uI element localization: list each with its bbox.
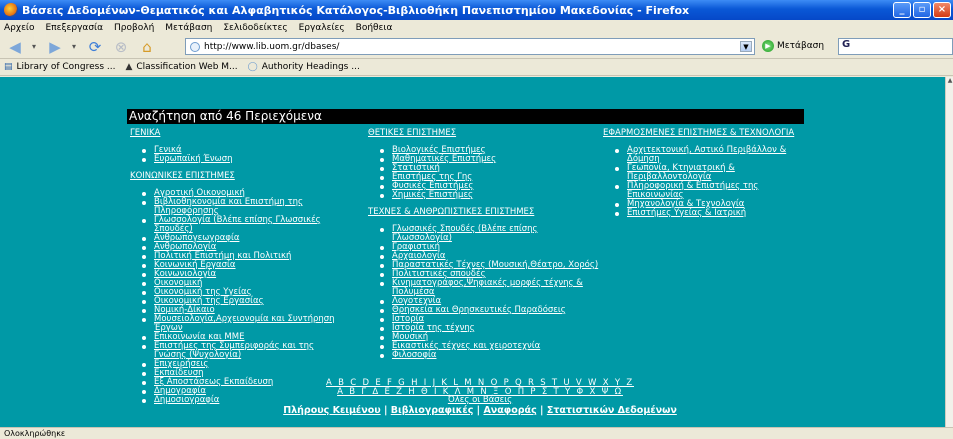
go-button[interactable]: ▶ Μετάβαση bbox=[762, 40, 824, 52]
navigation-toolbar: ◀ ▾ ▶ ▾ ⟳ ⊗ ⌂ http://www.lib.uom.gr/dbas… bbox=[0, 35, 953, 59]
separator: | bbox=[540, 405, 544, 416]
list-item: Ευρωπαϊκή Ένωση bbox=[142, 155, 342, 164]
category-link[interactable]: Βιβλιοθηκονομία και Επιστήμη της Πληροφό… bbox=[154, 198, 342, 216]
list-item: Επιστήμες Υγείας & Ιατρική bbox=[615, 209, 813, 218]
home-icon[interactable]: ⌂ bbox=[136, 37, 158, 57]
category-link[interactable]: Μουσειολογία,Αρχειονομία και Συντήρηση Έ… bbox=[154, 315, 342, 333]
fulltext-link[interactable]: Πλήρους Κειμένου bbox=[283, 405, 380, 416]
category-link[interactable]: Πληροφορική & Επιστήμες της Επικοινωνίας bbox=[627, 182, 813, 200]
category-link[interactable]: Επιστήμες της Συμπεριφοράς και της Γνώση… bbox=[154, 342, 342, 360]
chevron-down-icon[interactable]: ▼ bbox=[740, 41, 752, 52]
column-general-social: ΓΕΝΙΚΑ Γενικά Ευρωπαϊκή Ένωση ΚΟΙΝΩΝΙΚΕΣ ΕΠ… bbox=[130, 129, 342, 413]
category-link[interactable]: Γλωσσικές Σπουδές (Βλέπε επίσης Γλωσσολο… bbox=[392, 225, 600, 243]
category-link[interactable]: Χημικές Επιστήμες bbox=[392, 191, 600, 200]
list-item: Βιβλιοθηκονομία και Επιστήμη της Πληροφό… bbox=[142, 198, 342, 216]
list-item: Μουσειολογία,Αρχειονομία και Συντήρηση Έ… bbox=[142, 315, 342, 333]
list-item: Κινηματογράφος,Ψηφιακές μορφές τέχνης & … bbox=[380, 279, 600, 297]
column-applied: ΕΦΑΡΜΟΣΜΕΝΕΣ ΕΠΙΣΤΗΜΕΣ & ΤΕΧΝΟΛΟΓΙΑ Αρχιτ… bbox=[603, 129, 813, 226]
menu-tools[interactable]: Εργαλείες bbox=[299, 23, 345, 33]
section-title[interactable]: ΕΦΑΡΜΟΣΜΕΝΕΣ ΕΠΙΣΤΗΜΕΣ & ΤΕΧΝΟΛΟΓΙΑ bbox=[603, 129, 813, 138]
menu-help[interactable]: Βοήθεια bbox=[356, 23, 393, 33]
reference-link[interactable]: Αναφοράς bbox=[483, 405, 536, 416]
bibliographic-link[interactable]: Βιβλιογραφικές bbox=[391, 405, 474, 416]
section-title[interactable]: ΚΟΙΝΩΝΙΚΕΣ ΕΠΙΣΤΗΜΕΣ bbox=[130, 172, 342, 181]
minimize-button[interactable]: _ bbox=[893, 2, 911, 18]
bookmark-authority-headings[interactable]: ◯ Authority Headings ... bbox=[248, 62, 360, 72]
list-item: Γλωσσολογία (Βλέπε επίσης Γλωσσικές Σπου… bbox=[142, 216, 342, 234]
list-item: Επιστήμες της Συμπεριφοράς και της Γνώση… bbox=[142, 342, 342, 360]
all-databases-link[interactable]: Όλες οι Βάσεις bbox=[220, 396, 740, 405]
go-label: Μετάβαση bbox=[777, 41, 825, 51]
separator: | bbox=[383, 405, 388, 416]
column-sciences-arts: ΘΕΤΙΚΕΣ ΕΠΙΣΤΗΜΕΣ Βιολογικές Επιστήμες Μαθ… bbox=[368, 129, 600, 368]
search-value: G bbox=[842, 39, 851, 50]
category-list: Βιολογικές Επιστήμες Μαθηματικές Επιστήμε… bbox=[380, 146, 600, 200]
menu-view[interactable]: Προβολή bbox=[114, 23, 154, 33]
section-title[interactable]: ΘΕΤΙΚΕΣ ΕΠΙΣΤΗΜΕΣ bbox=[368, 129, 600, 138]
firefox-icon bbox=[4, 3, 18, 17]
list-item: Χημικές Επιστήμες bbox=[380, 191, 600, 200]
list-item: Πληροφορική & Επιστήμες της Επικοινωνίας bbox=[615, 182, 813, 200]
page-icon: ◯ bbox=[247, 62, 258, 72]
stop-icon[interactable]: ⊗ bbox=[110, 37, 132, 57]
section-title[interactable]: ΓΕΝΙΚΑ bbox=[130, 129, 342, 138]
back-icon[interactable]: ◀ bbox=[4, 37, 26, 57]
category-list: Γλωσσικές Σπουδές (Βλέπε επίσης Γλωσσολο… bbox=[380, 225, 600, 360]
url-text: http://www.lib.uom.gr/dbases/ bbox=[204, 41, 340, 52]
category-link[interactable]: Επιστήμες Υγείας & Ιατρική bbox=[627, 209, 813, 218]
category-list: Αρχιτεκτονική, Αστικό Περιβάλλον & Δόμησ… bbox=[615, 146, 813, 218]
title-bar: Βάσεις Δεδομένων-Θεματικός και Αλφαβητικ… bbox=[0, 0, 953, 20]
triangle-icon: ▲ bbox=[125, 62, 133, 72]
separator: | bbox=[476, 405, 481, 416]
bookmark-classification-web[interactable]: ▲ Classification Web M... bbox=[125, 62, 237, 72]
maximize-button[interactable]: ▫ bbox=[913, 2, 931, 18]
reload-icon[interactable]: ⟳ bbox=[84, 37, 106, 57]
back-history-dropdown[interactable]: ▾ bbox=[30, 37, 38, 57]
category-link[interactable]: Ευρωπαϊκή Ένωση bbox=[154, 155, 342, 164]
bookmark-icon: ▤ bbox=[4, 62, 13, 72]
list-item: Γλωσσικές Σπουδές (Βλέπε επίσης Γλωσσολο… bbox=[380, 225, 600, 243]
window-title: Βάσεις Δεδομένων-Θεματικός και Αλφαβητικ… bbox=[22, 3, 690, 17]
category-link[interactable]: Κινηματογράφος,Ψηφιακές μορφές τέχνης & … bbox=[392, 279, 600, 297]
list-item: Αρχιτεκτονική, Αστικό Περιβάλλον & Δόμησ… bbox=[615, 146, 813, 164]
category-link[interactable]: Γλωσσολογία (Βλέπε επίσης Γλωσσικές Σπου… bbox=[154, 216, 342, 234]
menu-bar: Αρχείο Επεξεργασία Προβολή Μετάβαση Σελι… bbox=[0, 20, 953, 35]
menu-go[interactable]: Μετάβαση bbox=[165, 23, 212, 33]
bookmarks-toolbar: ▤ Library of Congress ... ▲ Classificati… bbox=[0, 59, 953, 76]
menu-bookmarks[interactable]: Σελιδοδείκτες bbox=[223, 23, 287, 33]
go-icon: ▶ bbox=[762, 40, 774, 52]
forward-icon[interactable]: ▶ bbox=[44, 37, 66, 57]
page-icon bbox=[190, 41, 200, 52]
forward-history-dropdown[interactable]: ▾ bbox=[70, 37, 78, 57]
section-title[interactable]: ΤΕΧΝΕΣ & ΑΝΘΡΩΠΙΣΤΙΚΕΣ ΕΠΙΣΤΗΜΕΣ bbox=[368, 208, 600, 217]
category-link[interactable]: Γεωπονία, Κτηνιατρική & Περιβαλλοντολογί… bbox=[627, 164, 813, 182]
category-link[interactable]: Αρχιτεκτονική, Αστικό Περιβάλλον & Δόμησ… bbox=[627, 146, 813, 164]
page-heading: Αναζήτηση από 46 Περιεχόμενα bbox=[127, 109, 804, 124]
status-bar: Ολοκληρώθηκε bbox=[0, 427, 953, 439]
category-list: Γενικά Ευρωπαϊκή Ένωση bbox=[142, 146, 342, 164]
vertical-scrollbar[interactable]: ▲ bbox=[945, 77, 953, 427]
close-button[interactable]: × bbox=[933, 2, 951, 18]
menu-edit[interactable]: Επεξεργασία bbox=[46, 23, 104, 33]
page-content: Αναζήτηση από 46 Περιεχόμενα ΓΕΝΙΚΑ Γενικ… bbox=[0, 77, 945, 427]
search-input[interactable]: G bbox=[838, 38, 953, 55]
url-input[interactable]: http://www.lib.uom.gr/dbases/ ▼ bbox=[185, 38, 755, 55]
category-link[interactable]: Φιλοσοφία bbox=[392, 351, 600, 360]
database-type-links: Πλήρους Κειμένου | Βιβλιογραφικές | Αναφ… bbox=[200, 405, 760, 416]
bookmark-library-of-congress[interactable]: ▤ Library of Congress ... bbox=[4, 62, 115, 72]
list-item: Γεωπονία, Κτηνιατρική & Περιβαλλοντολογί… bbox=[615, 164, 813, 182]
category-list: Αγροτική Οικονομική Βιβλιοθηκονομία και Ε… bbox=[142, 189, 342, 405]
alphabet-index: A B C D E F G H I J K L M N O P Q R S T … bbox=[220, 379, 740, 405]
menu-file[interactable]: Αρχείο bbox=[4, 23, 35, 33]
statistics-link[interactable]: Στατιστικών Δεδομένων bbox=[547, 405, 677, 416]
scroll-up-icon[interactable]: ▲ bbox=[946, 77, 953, 86]
list-item: Φιλοσοφία bbox=[380, 351, 600, 360]
